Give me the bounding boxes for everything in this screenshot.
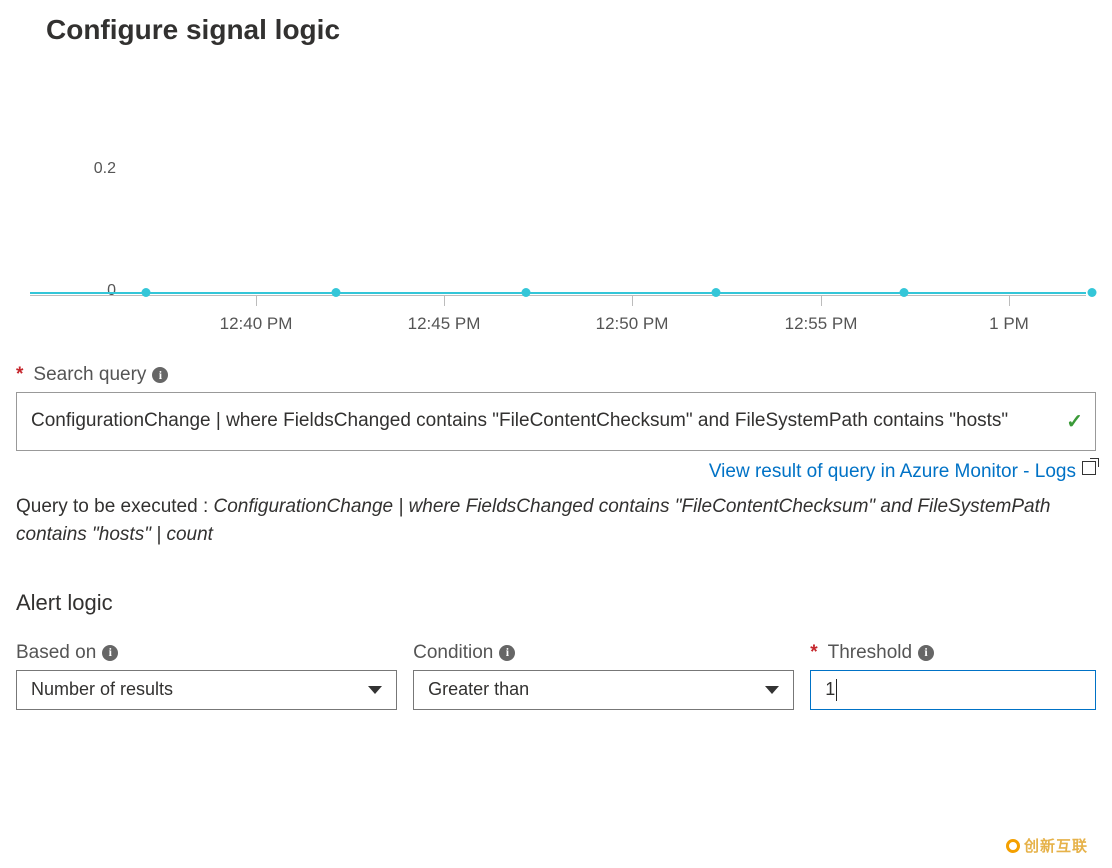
x-label: 12:45 PM — [408, 314, 481, 334]
page-title: Configure signal logic — [46, 14, 1096, 46]
condition-column: Condition i Greater than — [413, 642, 794, 710]
info-icon[interactable]: i — [499, 645, 515, 661]
search-query-label: * Search query i — [16, 364, 1096, 386]
chart-point — [1088, 288, 1097, 297]
info-icon[interactable]: i — [152, 367, 168, 383]
based-on-column: Based on i Number of results — [16, 642, 397, 710]
external-link-icon — [1082, 461, 1096, 475]
alert-logic-title: Alert logic — [16, 590, 1096, 616]
chart-point — [142, 288, 151, 297]
watermark: 创新互联 — [998, 833, 1096, 858]
x-tick — [256, 296, 257, 306]
view-results-link[interactable]: View result of query in Azure Monitor - … — [709, 461, 1096, 482]
x-tick — [821, 296, 822, 306]
x-label: 12:40 PM — [220, 314, 293, 334]
text-caret — [836, 679, 837, 701]
alert-logic-row: Based on i Number of results Condition i… — [16, 642, 1096, 710]
x-label: 12:55 PM — [785, 314, 858, 334]
threshold-label: * Threshold i — [810, 642, 1096, 664]
results-chart: 0.2 0 12:40 PM 12:45 PM 12:50 PM 12:55 P… — [16, 64, 1086, 324]
based-on-value: Number of results — [31, 679, 173, 700]
chevron-down-icon — [368, 686, 382, 694]
info-icon[interactable]: i — [102, 645, 118, 661]
x-tick — [444, 296, 445, 306]
y-tick-0: 0 — [86, 282, 116, 300]
condition-select[interactable]: Greater than — [413, 670, 794, 710]
condition-label: Condition i — [413, 642, 794, 664]
based-on-label: Based on i — [16, 642, 397, 664]
chevron-down-icon — [765, 686, 779, 694]
search-query-input[interactable]: ConfigurationChange | where FieldsChange… — [16, 392, 1096, 451]
chart-point — [900, 288, 909, 297]
x-label: 12:50 PM — [596, 314, 669, 334]
x-label: 1 PM — [989, 314, 1029, 334]
executed-query-text: Query to be executed : ConfigurationChan… — [16, 493, 1096, 550]
chart-point — [712, 288, 721, 297]
x-tick — [1009, 296, 1010, 306]
based-on-select[interactable]: Number of results — [16, 670, 397, 710]
checkmark-icon: ✓ — [1066, 407, 1083, 437]
threshold-column: * Threshold i 1 — [810, 642, 1096, 710]
info-icon[interactable]: i — [918, 645, 934, 661]
search-query-value: ConfigurationChange | where FieldsChange… — [31, 410, 1008, 431]
y-tick-0.2: 0.2 — [86, 160, 116, 178]
chart-point — [522, 288, 531, 297]
chart-data-line — [30, 292, 1086, 294]
condition-value: Greater than — [428, 679, 529, 700]
view-results-link-text: View result of query in Azure Monitor - … — [709, 461, 1076, 482]
required-indicator: * — [16, 364, 23, 386]
x-axis-line — [30, 295, 1086, 296]
required-indicator: * — [810, 642, 817, 664]
chart-point — [332, 288, 341, 297]
x-tick — [632, 296, 633, 306]
threshold-value: 1 — [825, 679, 835, 700]
search-query-label-text: Search query — [33, 364, 146, 386]
threshold-input[interactable]: 1 — [810, 670, 1096, 710]
